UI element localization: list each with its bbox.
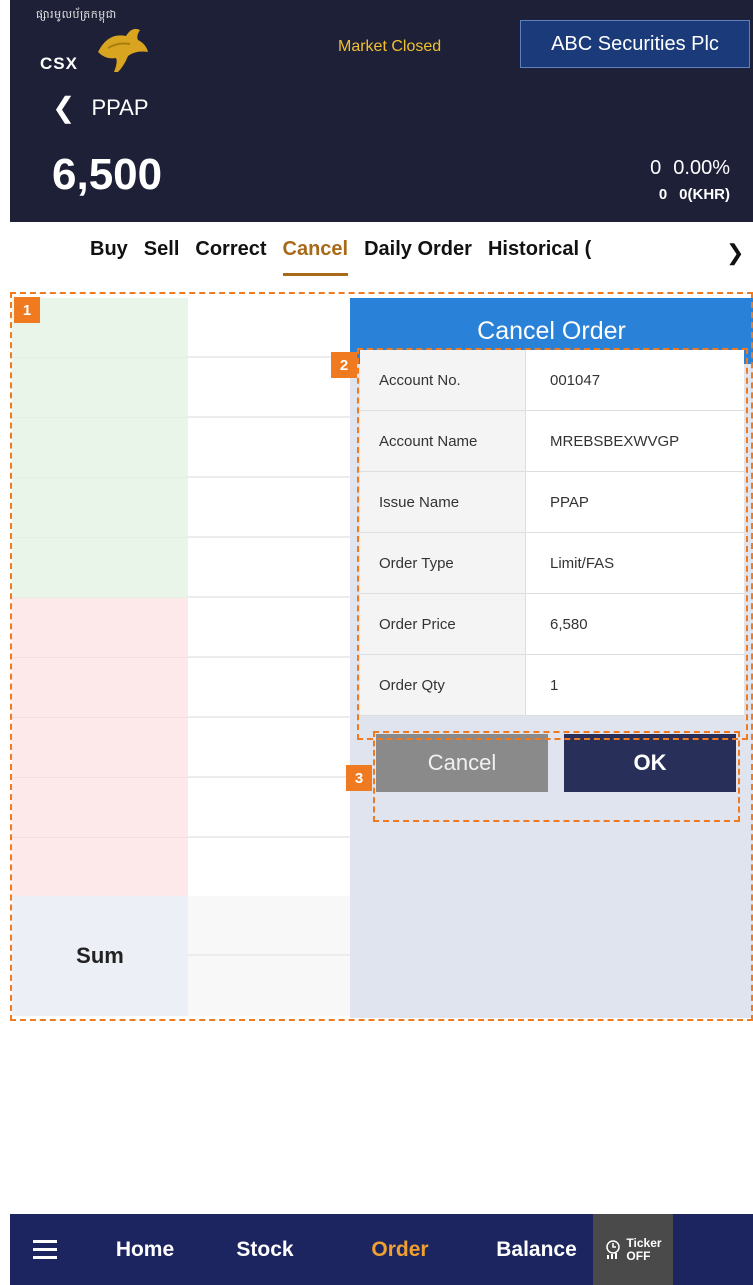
ticker-state: OFF [626, 1248, 651, 1263]
current-price: 6,500 [52, 150, 163, 199]
ticker-toggle[interactable]: Ticker OFF [593, 1214, 673, 1285]
bird-logo-icon [98, 28, 148, 72]
app-header: ផ្សារមូលប័ត្រកម្ពុជា CSX Market Closed A… [10, 0, 753, 222]
tab-historical-order[interactable]: Historical ( [488, 238, 591, 273]
menu-button[interactable] [10, 1214, 80, 1285]
nav-stock[interactable]: Stock [210, 1214, 320, 1285]
nav-balance[interactable]: Balance [480, 1214, 593, 1285]
annotation-badge-3: 3 [346, 765, 372, 791]
csx-logo: ផ្សារមូលប័ត្រកម្ពុជា CSX [36, 8, 156, 76]
tab-correct[interactable]: Correct [195, 238, 266, 273]
broker-button[interactable]: ABC Securities Plc [520, 20, 750, 68]
ticker-icon [606, 1239, 621, 1259]
chevron-left-icon: ❮ [52, 92, 76, 123]
annotation-box-2 [357, 348, 748, 740]
logo-csx-text: CSX [40, 54, 78, 73]
nav-order[interactable]: Order [320, 1214, 480, 1285]
tab-sell[interactable]: Sell [144, 238, 180, 273]
bottom-nav: Home Stock Order Balance Ticker OFF [10, 1214, 753, 1285]
tab-cancel[interactable]: Cancel [282, 238, 349, 276]
market-status: Market Closed [338, 38, 442, 55]
price-change-row: 0 0.00% [638, 157, 730, 180]
trade-value-khr: 0(KHR) [679, 186, 730, 203]
tabs-scroll-right-icon[interactable]: ❯ [726, 240, 744, 266]
volume-row: 0 0(KHR) [647, 186, 730, 203]
nav-home[interactable]: Home [80, 1214, 210, 1285]
price-change: 0 [650, 157, 662, 179]
volume: 0 [658, 186, 668, 203]
hamburger-icon [33, 1239, 57, 1260]
price-change-percent: 0.00% [673, 157, 730, 179]
stock-symbol: PPAP [91, 95, 149, 120]
annotation-badge-1: 1 [14, 297, 40, 323]
order-tabs: Buy Sell Correct Cancel Daily Order Hist… [90, 238, 607, 284]
tab-daily-order[interactable]: Daily Order [364, 238, 472, 273]
annotation-box-3 [373, 731, 740, 822]
ticker-label: Ticker [626, 1235, 662, 1250]
annotation-badge-2: 2 [331, 352, 357, 378]
back-button[interactable]: ❮ PPAP [52, 92, 149, 124]
tab-buy[interactable]: Buy [90, 238, 128, 273]
